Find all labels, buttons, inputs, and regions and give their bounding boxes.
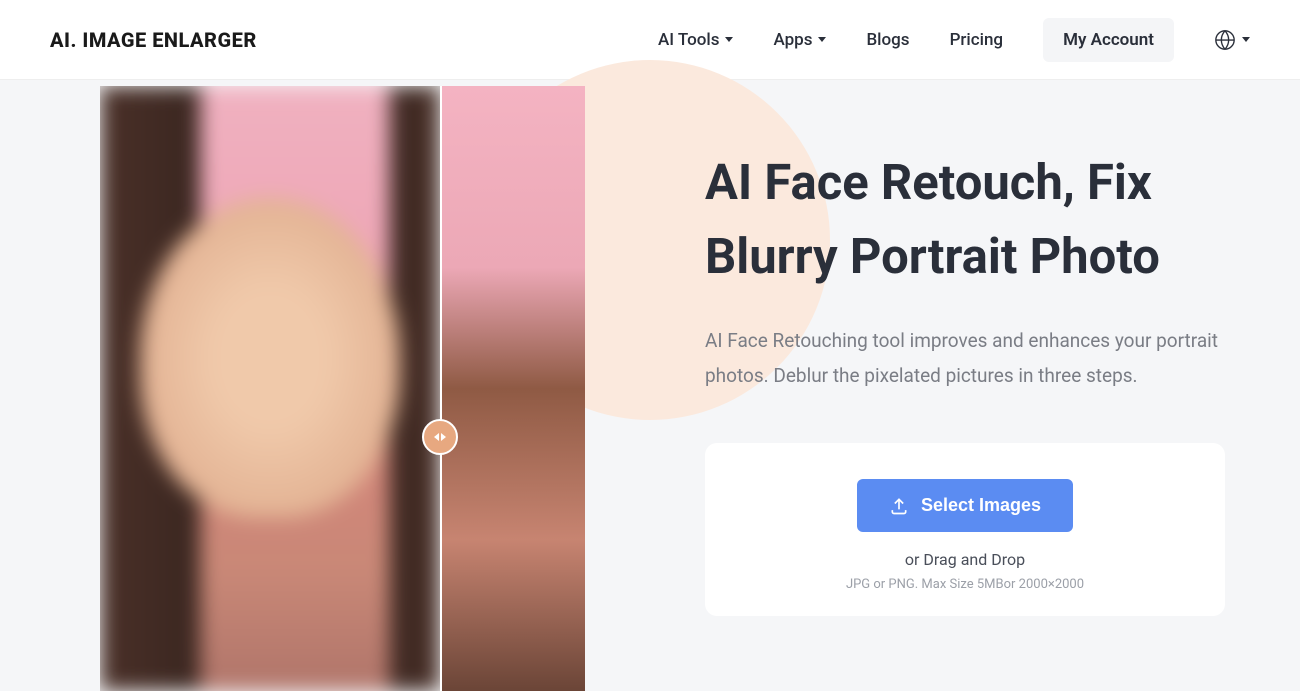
nav-pricing-label: Pricing bbox=[950, 30, 1004, 50]
before-after-image-slider[interactable] bbox=[100, 86, 585, 691]
hero-title: AI Face Retouch, Fix Blurry Portrait Pho… bbox=[705, 146, 1225, 293]
hero-description: AI Face Retouching tool improves and enh… bbox=[705, 323, 1225, 393]
nav-apps[interactable]: Apps bbox=[773, 30, 826, 50]
globe-icon bbox=[1214, 29, 1236, 51]
upload-icon bbox=[889, 496, 909, 516]
select-images-button[interactable]: Select Images bbox=[857, 479, 1073, 532]
hero-section: AI Face Retouch, Fix Blurry Portrait Pho… bbox=[0, 80, 1300, 691]
nav-pricing[interactable]: Pricing bbox=[950, 30, 1004, 50]
chevron-down-icon bbox=[1242, 37, 1250, 42]
drag-drop-text: or Drag and Drop bbox=[745, 550, 1185, 569]
format-hint-text: JPG or PNG. Max Size 5MBor 2000×2000 bbox=[745, 577, 1185, 592]
compare-handle[interactable] bbox=[422, 419, 458, 455]
nav-blogs-label: Blogs bbox=[866, 30, 909, 50]
portrait-after-sharp bbox=[440, 86, 586, 691]
arrow-left-icon bbox=[434, 433, 439, 441]
nav-ai-tools[interactable]: AI Tools bbox=[658, 30, 734, 50]
portrait-before-blurry bbox=[100, 86, 440, 691]
arrow-right-icon bbox=[441, 433, 446, 441]
main-nav: AI Tools Apps Blogs Pricing My Account bbox=[658, 18, 1250, 62]
compare-divider bbox=[440, 86, 442, 691]
chevron-down-icon bbox=[725, 37, 733, 42]
chevron-down-icon bbox=[818, 37, 826, 42]
language-selector[interactable] bbox=[1214, 29, 1250, 51]
select-images-label: Select Images bbox=[921, 495, 1041, 516]
hero-content: AI Face Retouch, Fix Blurry Portrait Pho… bbox=[705, 86, 1225, 691]
nav-ai-tools-label: AI Tools bbox=[658, 30, 720, 50]
my-account-button[interactable]: My Account bbox=[1043, 18, 1174, 62]
upload-card[interactable]: Select Images or Drag and Drop JPG or PN… bbox=[705, 443, 1225, 616]
nav-apps-label: Apps bbox=[773, 30, 812, 50]
nav-blogs[interactable]: Blogs bbox=[866, 30, 909, 50]
site-logo[interactable]: AI. IMAGE ENLARGER bbox=[50, 28, 257, 52]
my-account-label: My Account bbox=[1063, 30, 1154, 50]
